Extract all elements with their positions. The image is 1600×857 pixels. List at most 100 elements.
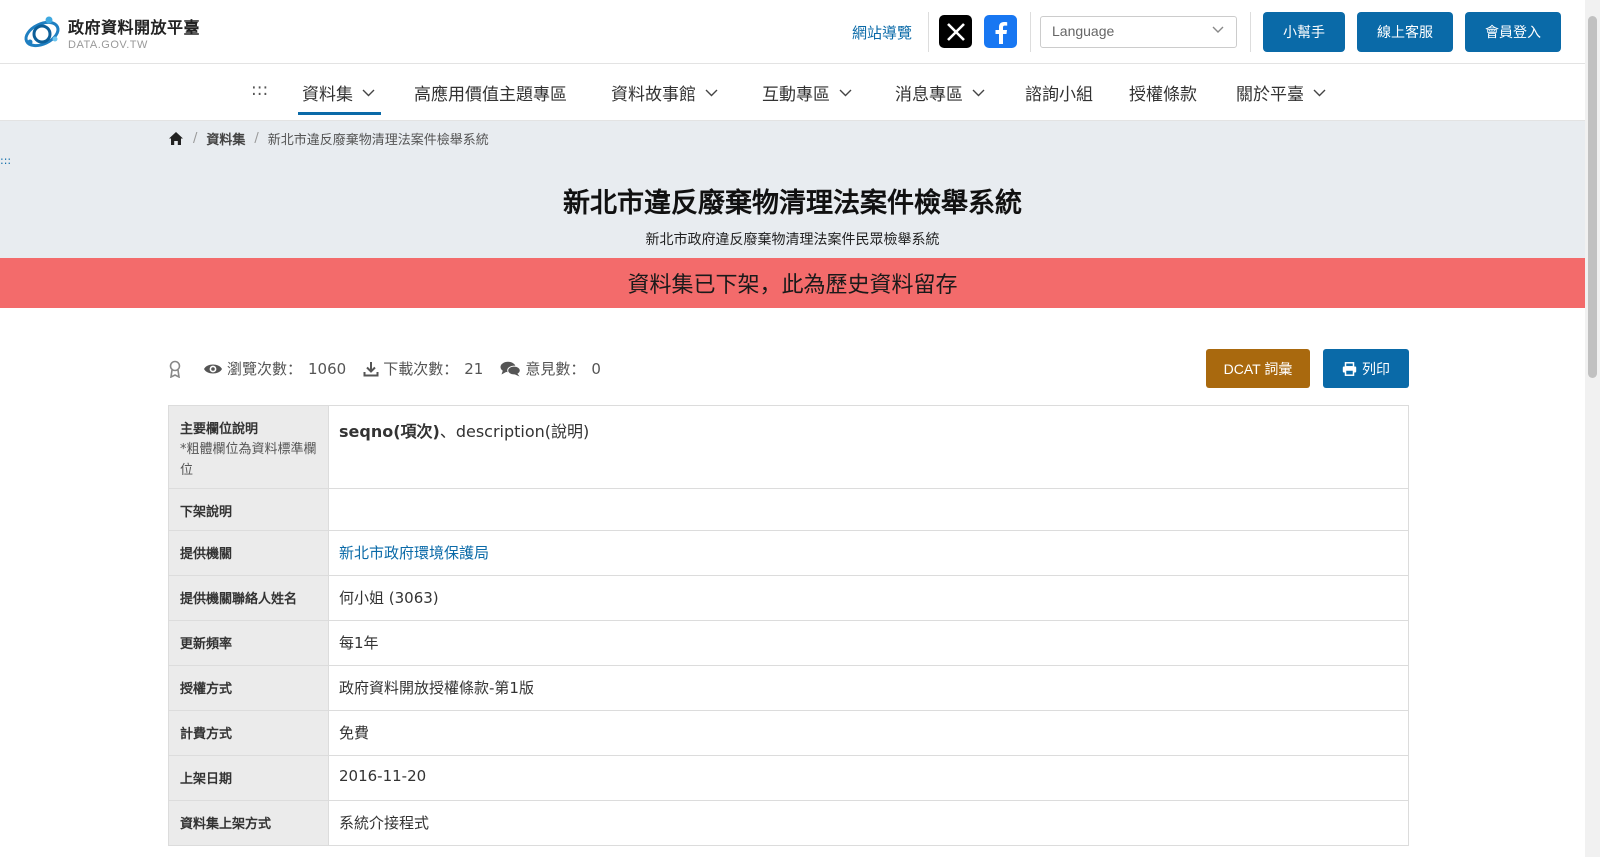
- table-row: 計費方式 免費: [168, 710, 1409, 756]
- breadcrumb: / 資料集 / 新北市違反廢棄物清理法案件檢舉系統: [168, 129, 489, 148]
- main-field-rest: 、description(說明): [439, 422, 590, 441]
- field-value: [328, 488, 1409, 531]
- chevron-down-icon: [1212, 26, 1224, 33]
- eye-icon: [204, 364, 222, 373]
- field-value: 免費: [328, 710, 1409, 756]
- sitemap-link[interactable]: 網站導覽: [852, 22, 912, 43]
- table-row: 下架說明: [168, 488, 1409, 531]
- nav-item-label: 互動專區: [762, 85, 830, 105]
- field-value: 政府資料開放授權條款-第1版: [328, 665, 1409, 711]
- divider: [928, 12, 929, 52]
- login-button[interactable]: 會員登入: [1465, 12, 1561, 52]
- chevron-down-icon: [362, 89, 375, 96]
- award-icon: [169, 360, 181, 378]
- nav-item-advisory[interactable]: 諮詢小組: [1025, 80, 1093, 105]
- field-label: 計費方式: [168, 710, 329, 756]
- logo-icon: [22, 12, 62, 52]
- logo-subtitle: DATA.GOV.TW: [68, 38, 148, 51]
- print-button[interactable]: 列印: [1323, 349, 1409, 388]
- helper-button[interactable]: 小幫手: [1263, 12, 1345, 52]
- breadcrumb-separator: /: [193, 131, 198, 146]
- table-row: 提供機關 新北市政府環境保護局: [168, 530, 1409, 576]
- field-label: 更新頻率: [168, 620, 329, 666]
- nav-menu-anchor[interactable]: :::: [251, 80, 268, 100]
- scrollbar-thumb[interactable]: [1588, 16, 1597, 378]
- home-icon[interactable]: [168, 131, 184, 146]
- main-fields-label: 主要欄位說明: [180, 422, 259, 437]
- language-select-label: Language: [1052, 23, 1115, 39]
- nav-item-label: 消息專區: [895, 85, 963, 105]
- field-label: 提供機關: [168, 530, 329, 576]
- page-subtitle: 新北市政府違反廢棄物清理法案件民眾檢舉系統: [645, 232, 940, 248]
- agency-link[interactable]: 新北市政府環境保護局: [339, 544, 489, 562]
- table-row: 授權方式 政府資料開放授權條款-第1版: [168, 665, 1409, 711]
- nav-item-license[interactable]: 授權條款: [1129, 80, 1197, 105]
- nav-item-news[interactable]: 消息專區: [895, 80, 985, 105]
- page-title: 新北市違反廢棄物清理法案件檢舉系統: [563, 188, 1022, 219]
- site-logo[interactable]: 政府資料開放平臺 DATA.GOV.TW: [22, 10, 212, 54]
- nav-item-datasets[interactable]: 資料集: [302, 80, 375, 105]
- chevron-down-icon: [839, 89, 852, 96]
- nav-item-stories[interactable]: 資料故事館: [611, 80, 718, 105]
- chevron-down-icon: [1313, 89, 1326, 96]
- views-label: 瀏覽次數：: [227, 360, 303, 378]
- nav-item-label: 資料集: [302, 85, 353, 105]
- online-service-button[interactable]: 線上客服: [1357, 12, 1453, 52]
- content-anchor[interactable]: :::: [0, 154, 11, 167]
- table-row: 提供機關聯絡人姓名 何小姐 (3063): [168, 575, 1409, 621]
- comments-label: 意見數：: [525, 360, 586, 378]
- download-icon: [363, 361, 379, 376]
- table-row: 資料集上架方式 系統介接程式: [168, 800, 1409, 846]
- field-label: 下架說明: [168, 488, 329, 531]
- downloads-stat: 下載次數： 21: [363, 358, 483, 379]
- main-field-bold: seqno(項次): [339, 422, 440, 441]
- table-row: 上架日期 2016-11-20: [168, 755, 1409, 801]
- delisted-alert: 資料集已下架，此為歷史資料留存: [0, 258, 1585, 308]
- nav-item-label: 資料故事館: [611, 85, 696, 105]
- printer-icon: [1342, 361, 1357, 376]
- dataset-stats: 瀏覽次數： 1060 下載次數： 21 意見數： 0: [168, 358, 618, 379]
- field-value: 何小姐 (3063): [328, 575, 1409, 621]
- breadcrumb-separator: /: [254, 131, 259, 146]
- comments-count: 0: [591, 359, 601, 378]
- field-label: 提供機關聯絡人姓名: [168, 575, 329, 621]
- divider: [1030, 12, 1031, 52]
- logo-title: 政府資料開放平臺: [68, 17, 201, 37]
- badge-stat: [168, 360, 186, 378]
- table-row: 更新頻率 每1年: [168, 620, 1409, 666]
- views-count: 1060: [308, 359, 347, 378]
- field-value: 新北市政府環境保護局: [328, 530, 1409, 576]
- nav-item-about[interactable]: 關於平臺: [1236, 80, 1326, 105]
- chevron-down-icon: [705, 89, 718, 96]
- field-label: 授權方式: [168, 665, 329, 711]
- facebook-icon[interactable]: [984, 15, 1017, 48]
- field-value: 每1年: [328, 620, 1409, 666]
- field-value: 2016-11-20: [328, 755, 1409, 801]
- print-button-label: 列印: [1362, 361, 1390, 378]
- nav-item-interactive[interactable]: 互動專區: [762, 80, 852, 105]
- breadcrumb-current: 新北市違反廢棄物清理法案件檢舉系統: [267, 133, 489, 148]
- x-twitter-icon[interactable]: [939, 15, 972, 48]
- views-stat: 瀏覽次數： 1060: [203, 358, 346, 379]
- comments-icon: [500, 361, 522, 376]
- downloads-label: 下載次數：: [383, 360, 459, 378]
- breadcrumb-datasets[interactable]: 資料集: [206, 129, 245, 148]
- nav-item-high-value[interactable]: 高應用價值主題專區: [414, 80, 567, 105]
- dataset-info-table: 主要欄位說明 *粗體欄位為資料標準欄位 seqno(項次)、descriptio…: [168, 405, 1409, 846]
- divider: [1250, 12, 1251, 52]
- downloads-count: 21: [464, 359, 484, 378]
- comments-stat: 意見數： 0: [500, 358, 601, 379]
- field-value: seqno(項次)、description(說明): [328, 405, 1409, 489]
- dcat-button[interactable]: DCAT 詞彙: [1206, 349, 1310, 388]
- field-label: 主要欄位說明 *粗體欄位為資料標準欄位: [168, 405, 329, 489]
- field-value: 系統介接程式: [328, 800, 1409, 846]
- language-select[interactable]: Language: [1040, 16, 1237, 48]
- page-header: / 資料集 / 新北市違反廢棄物清理法案件檢舉系統 ::: 新北市違反廢棄物清理…: [0, 121, 1585, 258]
- main-fields-note: *粗體欄位為資料標準欄位: [180, 442, 317, 478]
- top-bar: 政府資料開放平臺 DATA.GOV.TW 網站導覽 Language 小幫手 線…: [0, 0, 1585, 64]
- nav-active-indicator: [298, 112, 381, 115]
- field-label: 上架日期: [168, 755, 329, 801]
- main-nav: ::: 資料集 高應用價值主題專區 資料故事館 互動專區 消息專區 諮詢小組 授…: [0, 64, 1585, 121]
- field-label: 資料集上架方式: [168, 800, 329, 846]
- chevron-down-icon: [972, 89, 985, 96]
